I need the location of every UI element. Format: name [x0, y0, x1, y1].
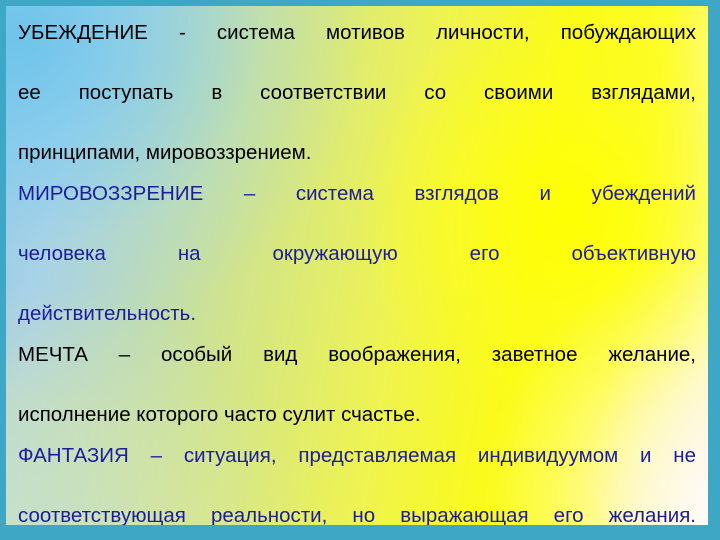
slide: УБЕЖДЕНИЕ - система мотивов личности, по…: [0, 0, 720, 540]
text-line: ФАНТАЗИЯ – ситуация, представляемая инди…: [18, 444, 696, 467]
text-line: УБЕЖДЕНИЕ - система мотивов личности, по…: [18, 21, 696, 44]
text-line: МИРОВОЗЗРЕНИЕ – система взглядов и убежд…: [18, 182, 696, 205]
definition-mirovozzrenie: МИРОВОЗЗРЕНИЕ – система взглядов и убежд…: [18, 179, 696, 329]
text-line: действительность.: [18, 302, 197, 325]
text-line: ее поступать в соответствии со своими вз…: [18, 81, 696, 104]
text-line: исполнение которого часто сулит счастье.: [18, 403, 421, 426]
slide-content-panel: УБЕЖДЕНИЕ - система мотивов личности, по…: [6, 6, 708, 525]
definition-mechta: МЕЧТА – особый вид воображения, заветное…: [18, 340, 696, 430]
text-line: соответствующая реальности, но выражающа…: [18, 504, 696, 525]
text-line: МЕЧТА – особый вид воображения, заветное…: [18, 343, 696, 366]
text-line: принципами, мировоззрением.: [18, 141, 312, 164]
definitions-list: УБЕЖДЕНИЕ - система мотивов личности, по…: [6, 6, 708, 525]
definition-fantaziya: ФАНТАЗИЯ – ситуация, представляемая инди…: [18, 441, 696, 525]
text-line: человека на окружающую его объективную: [18, 242, 696, 265]
definition-ubezhdenie: УБЕЖДЕНИЕ - система мотивов личности, по…: [18, 18, 696, 168]
